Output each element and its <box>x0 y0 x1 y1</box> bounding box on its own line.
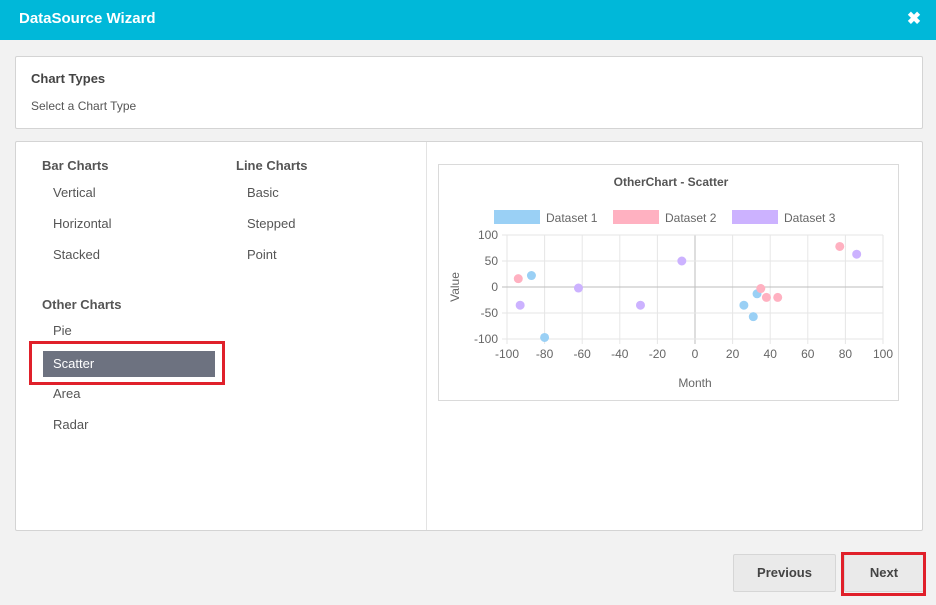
x-tick-label: -40 <box>611 347 629 361</box>
chart-types-heading: Chart Types <box>31 71 106 86</box>
chart-types-subheading: Select a Chart Type <box>31 99 137 113</box>
x-tick-label: 0 <box>692 347 699 361</box>
legend-label: Dataset 2 <box>665 211 717 225</box>
chart-grid <box>502 234 884 344</box>
data-point <box>756 284 766 294</box>
y-tick-label: -50 <box>481 306 499 320</box>
chart-option-vertical[interactable]: Vertical <box>53 185 96 200</box>
legend-swatch <box>613 210 659 224</box>
chart-title: OtherChart - Scatter <box>614 175 729 189</box>
x-tick-label: 80 <box>839 347 853 361</box>
chart-option-stepped[interactable]: Stepped <box>247 216 295 231</box>
data-point <box>677 256 687 266</box>
y-tick-label: 100 <box>478 228 498 242</box>
bar-charts-heading: Bar Charts <box>42 158 109 173</box>
chart-legend: Dataset 1 Dataset 2 Dataset 3 <box>494 210 836 225</box>
chart-option-basic[interactable]: Basic <box>247 185 279 200</box>
data-point <box>573 283 583 293</box>
legend-swatch <box>732 210 778 224</box>
x-tick-label: 100 <box>873 347 893 361</box>
x-tick-label: -80 <box>536 347 554 361</box>
chart-option-pie[interactable]: Pie <box>53 323 72 338</box>
x-tick-label: 20 <box>726 347 740 361</box>
chart-preview: OtherChart - Scatter Dataset 1 Dataset 2D… <box>438 164 899 401</box>
legend-label: Dataset 3 <box>784 211 836 225</box>
panel-divider <box>426 142 427 530</box>
x-tick-label: -100 <box>495 347 519 361</box>
data-point <box>835 241 845 251</box>
x-tick-label: -20 <box>649 347 667 361</box>
chart-types-panel: Chart Types Select a Chart Type <box>15 56 923 129</box>
data-point <box>739 300 749 310</box>
x-axis-label: Month <box>678 376 711 390</box>
data-point <box>761 292 771 302</box>
chart-points <box>513 241 862 342</box>
data-point <box>635 300 645 310</box>
chart-option-area[interactable]: Area <box>53 386 80 401</box>
y-axis-label: Value <box>448 272 462 302</box>
chart-option-horizontal[interactable]: Horizontal <box>53 216 112 231</box>
data-point <box>513 274 523 284</box>
data-point <box>540 332 550 342</box>
data-point <box>515 300 525 310</box>
data-point <box>748 312 758 322</box>
next-button[interactable]: Next <box>844 554 924 592</box>
x-tick-label: -60 <box>574 347 592 361</box>
data-point <box>852 249 862 259</box>
chart-option-point[interactable]: Point <box>247 247 277 262</box>
scatter-chart: OtherChart - Scatter Dataset 1 Dataset 2D… <box>448 175 893 390</box>
chart-selection-panel: Bar Charts Vertical Horizontal Stacked L… <box>15 141 923 531</box>
chart-option-stacked[interactable]: Stacked <box>53 247 100 262</box>
line-charts-heading: Line Charts <box>236 158 308 173</box>
legend-label: Dataset 1 <box>546 211 598 225</box>
legend-swatch <box>494 210 540 224</box>
chart-ticks: -100 -80 -60 -40 -20 0 20 40 60 80 100 100 50 0 -50 -10… <box>474 228 893 361</box>
y-tick-label: 0 <box>491 280 498 294</box>
chart-option-scatter[interactable]: Scatter <box>43 351 215 377</box>
window-title: DataSource Wizard <box>19 10 156 27</box>
data-point <box>526 271 536 281</box>
title-bar: DataSource Wizard ✖ <box>0 0 936 40</box>
x-tick-label: 60 <box>801 347 815 361</box>
data-point <box>773 292 783 302</box>
y-tick-label: 50 <box>485 254 499 268</box>
y-tick-label: -100 <box>474 332 498 346</box>
x-tick-label: 40 <box>764 347 778 361</box>
chart-option-radar[interactable]: Radar <box>53 417 88 432</box>
other-charts-heading: Other Charts <box>42 297 122 312</box>
previous-button[interactable]: Previous <box>733 554 836 592</box>
close-icon[interactable]: ✖ <box>904 8 924 30</box>
